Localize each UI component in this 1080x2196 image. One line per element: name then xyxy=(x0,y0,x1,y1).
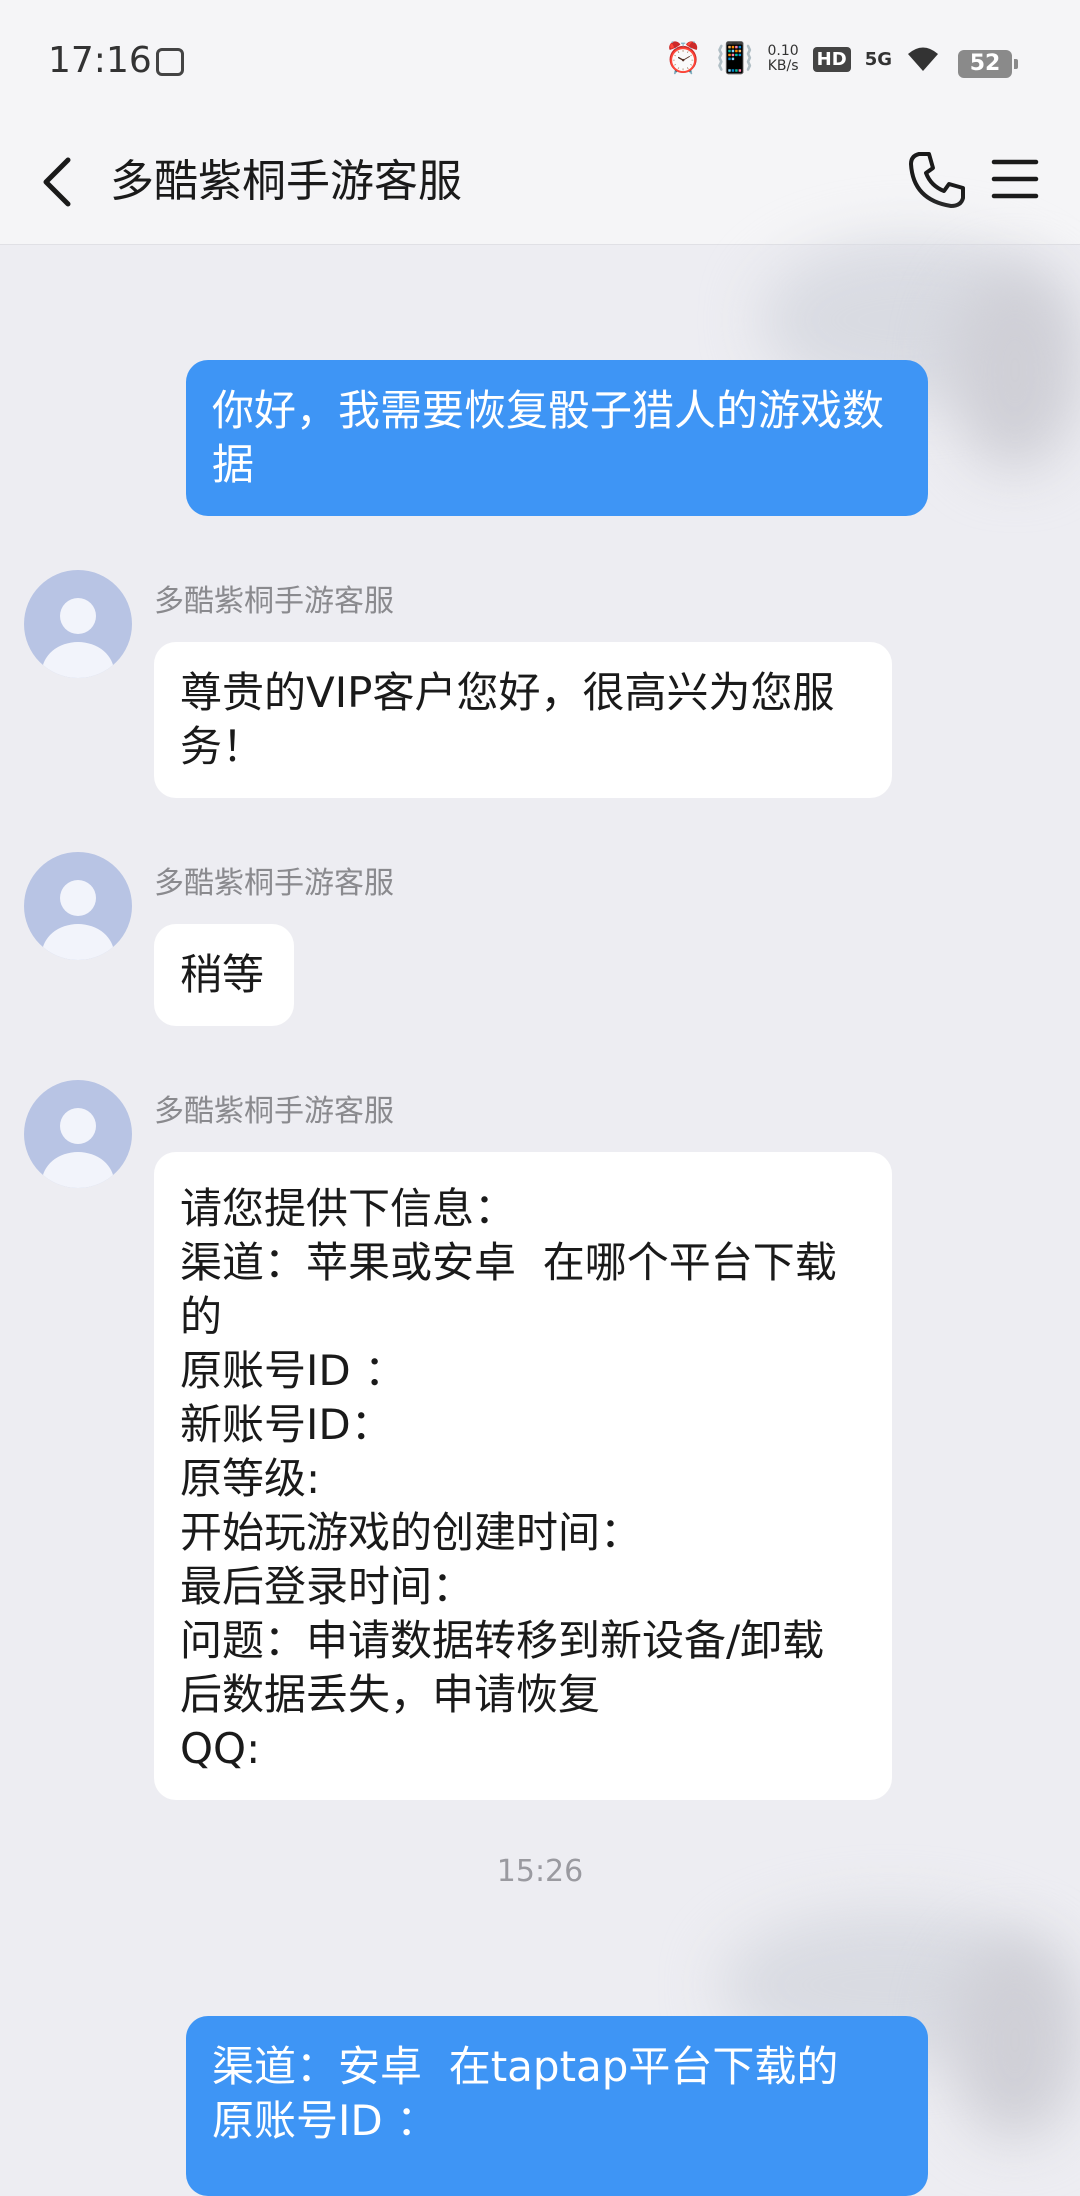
timestamp: 15:26 xyxy=(496,1854,584,1889)
message-bubble-incoming[interactable]: 稍等 xyxy=(154,924,294,1026)
blur-patch xyxy=(950,270,1080,470)
net-speed: 0.10 KB/s xyxy=(768,44,799,74)
message-bubble-outgoing[interactable]: 渠道：安卓 在taptap平台下载的 原账号ID ： xyxy=(186,2016,928,2196)
wifi-icon xyxy=(908,47,938,71)
vibrate-icon: 📳 xyxy=(716,41,754,76)
blur-patch xyxy=(950,1940,1080,2140)
status-bar: 17:16 ⏰ 📳 0.10 KB/s HD 5G 52 xyxy=(0,0,1080,122)
message-bubble-incoming[interactable]: 尊贵的VIP客户您好，很高兴为您服务！ xyxy=(154,642,892,798)
message-bubble-outgoing[interactable]: 你好，我需要恢复骰子猎人的游戏数据 xyxy=(186,360,928,516)
net-speed-value: 0.10 xyxy=(767,43,799,59)
alarm-icon: ⏰ xyxy=(664,41,703,76)
chat-header: 多酷紫桐手游客服 xyxy=(0,122,1080,245)
chat-title: 多酷紫桐手游客服 xyxy=(110,156,462,207)
avatar[interactable] xyxy=(24,852,132,960)
menu-icon[interactable] xyxy=(990,154,1040,204)
signal-label: 5G xyxy=(864,48,892,70)
sender-name: 多酷紫桐手游客服 xyxy=(154,866,394,901)
avatar[interactable] xyxy=(24,1080,132,1188)
status-icons: ⏰ 📳 0.10 KB/s HD 5G xyxy=(665,44,940,74)
status-time: 17:16 xyxy=(48,40,152,81)
sim-icon xyxy=(156,48,184,76)
sender-name: 多酷紫桐手游客服 xyxy=(154,584,394,619)
avatar[interactable] xyxy=(24,570,132,678)
sender-name: 多酷紫桐手游客服 xyxy=(154,1094,394,1129)
back-icon[interactable] xyxy=(30,152,90,212)
net-speed-unit: KB/s xyxy=(767,58,799,74)
phone-icon[interactable] xyxy=(905,148,969,212)
battery-icon: 52 xyxy=(958,50,1018,78)
hd-badge: HD xyxy=(812,46,851,72)
message-bubble-incoming[interactable]: 请您提供下信息： 渠道：苹果或安卓 在哪个平台下载的 原账号ID ： 新账号ID… xyxy=(154,1152,892,1800)
